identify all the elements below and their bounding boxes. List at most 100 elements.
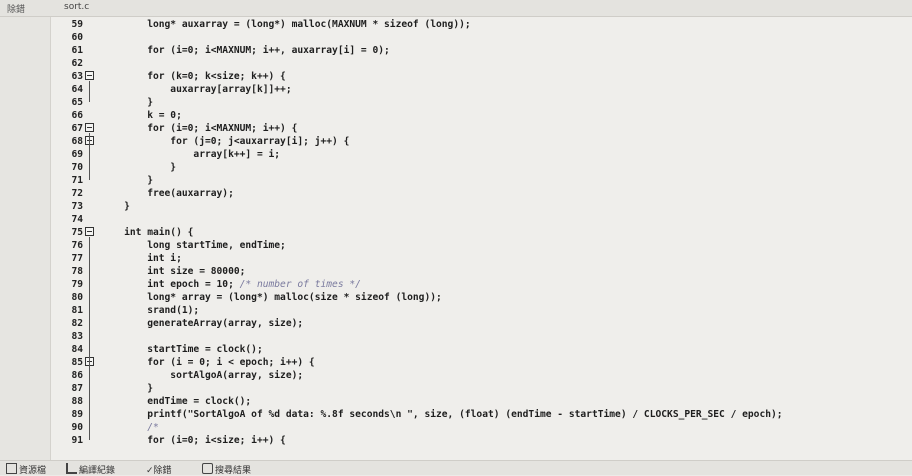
code-line[interactable]: 65 } — [51, 96, 912, 109]
code-line[interactable]: 62 — [51, 57, 912, 70]
code-line[interactable]: 69 array[k++] = i; — [51, 148, 912, 161]
file-tab-sort-c[interactable]: sort.c — [64, 2, 89, 12]
code-line[interactable]: 89 printf("SortAlgoA of %d data: %.8f se… — [51, 408, 912, 421]
line-number: 85 — [71, 357, 83, 368]
code-text: int main() { — [101, 227, 194, 238]
line-number: 67 — [71, 123, 83, 134]
tab-resources[interactable]: 資源檔 — [6, 463, 46, 476]
code-line[interactable]: 84 startTime = clock(); — [51, 343, 912, 356]
line-number: 80 — [71, 292, 83, 303]
line-number: 75 — [71, 227, 83, 238]
code-line[interactable]: 70 } — [51, 161, 912, 174]
code-text: generateArray(array, size); — [101, 318, 304, 329]
line-number: 64 — [71, 84, 83, 95]
code-line[interactable]: 67 for (i=0; i<MAXNUM; i++) { — [51, 122, 912, 135]
code-line[interactable]: 80 long* array = (long*) malloc(size * s… — [51, 291, 912, 304]
code-line[interactable]: 83 — [51, 330, 912, 343]
line-number: 61 — [71, 45, 83, 56]
code-text: long startTime, endTime; — [101, 240, 286, 251]
inline-comment: /* number of times */ — [239, 279, 361, 290]
code-text: srand(1); — [101, 305, 200, 316]
debug-panel-tab[interactable]: 除錯 — [7, 2, 25, 15]
code-line[interactable]: 64 auxarray[array[k]]++; — [51, 83, 912, 96]
search-results-icon — [202, 463, 213, 474]
code-line[interactable]: 75 int main() { — [51, 226, 912, 239]
code-line[interactable]: 68 for (j=0; j<auxarray[i]; j++) { — [51, 135, 912, 148]
code-line[interactable]: 91 for (i=0; i<size; i++) { — [51, 434, 912, 447]
fold-guide — [89, 367, 90, 388]
line-number: 76 — [71, 240, 83, 251]
line-number: 84 — [71, 344, 83, 355]
fold-guide — [89, 81, 90, 102]
code-text: endTime = clock(); — [101, 396, 252, 407]
tab-label: 編譯紀錄 — [79, 466, 116, 476]
code-text: for (i = 0; i < epoch; i++) { — [101, 357, 315, 368]
code-text: long* array = (long*) malloc(size * size… — [101, 292, 442, 303]
tab-label: 搜尋結果 — [215, 466, 252, 476]
left-panel — [0, 17, 51, 460]
code-text: } — [101, 162, 177, 173]
debug-check-icon: ✓ — [146, 466, 154, 476]
line-number: 79 — [71, 279, 83, 290]
code-text: for (k=0; k<size; k++) { — [101, 71, 286, 82]
code-line[interactable]: 88 endTime = clock(); — [51, 395, 912, 408]
code-line[interactable]: 66 k = 0; — [51, 109, 912, 122]
tab-debug[interactable]: ✓除錯 — [146, 463, 172, 476]
line-number: 69 — [71, 149, 83, 160]
code-text: for (i=0; i<MAXNUM; i++) { — [101, 123, 298, 134]
code-line[interactable]: 90 /* — [51, 421, 912, 434]
code-line[interactable]: 87 } — [51, 382, 912, 395]
code-text: sortAlgoA(array, size); — [101, 370, 304, 381]
line-number: 74 — [71, 214, 83, 225]
code-line[interactable]: 81 srand(1); — [51, 304, 912, 317]
code-editor[interactable]: 59 long* auxarray = (long*) malloc(MAXNU… — [51, 17, 912, 460]
code-text: } — [101, 175, 153, 186]
line-number: 60 — [71, 32, 83, 43]
fold-toggle-icon[interactable] — [85, 71, 94, 80]
line-number: 70 — [71, 162, 83, 173]
tab-search-results[interactable]: 搜尋結果 — [202, 463, 251, 476]
line-number: 87 — [71, 383, 83, 394]
line-number: 59 — [71, 19, 83, 30]
compile-log-icon — [66, 463, 77, 474]
code-line[interactable]: 74 — [51, 213, 912, 226]
fold-toggle-icon[interactable] — [85, 123, 94, 132]
code-line[interactable]: 71 } — [51, 174, 912, 187]
tab-compile-log[interactable]: 編譯紀錄 — [66, 463, 115, 476]
line-number: 71 — [71, 175, 83, 186]
code-line[interactable]: 60 — [51, 31, 912, 44]
line-number: 86 — [71, 370, 83, 381]
code-line[interactable]: 72 free(auxarray); — [51, 187, 912, 200]
line-number: 72 — [71, 188, 83, 199]
code-text: int i; — [101, 253, 182, 264]
code-line[interactable]: 77 int i; — [51, 252, 912, 265]
line-number: 90 — [71, 422, 83, 433]
code-text: } — [101, 97, 153, 108]
code-text: printf("SortAlgoA of %d data: %.8f secon… — [101, 409, 783, 420]
code-text: array[k++] = i; — [101, 149, 281, 160]
code-text: } — [101, 201, 130, 212]
resources-icon — [6, 463, 17, 474]
line-number: 82 — [71, 318, 83, 329]
line-number: 73 — [71, 201, 83, 212]
code-line[interactable]: 86 sortAlgoA(array, size); — [51, 369, 912, 382]
code-text: int size = 80000; — [101, 266, 246, 277]
code-line[interactable]: 73 } — [51, 200, 912, 213]
code-line[interactable]: 78 int size = 80000; — [51, 265, 912, 278]
code-line[interactable]: 79 int epoch = 10; /* number of times */ — [51, 278, 912, 291]
code-text: long* auxarray = (long*) malloc(MAXNUM *… — [101, 19, 471, 30]
code-text: free(auxarray); — [101, 188, 234, 199]
code-text: for (i=0; i<size; i++) { — [101, 435, 286, 446]
code-text: k = 0; — [101, 110, 182, 121]
fold-toggle-icon[interactable] — [85, 227, 94, 236]
code-line[interactable]: 82 generateArray(array, size); — [51, 317, 912, 330]
code-text: int epoch = 10; /* number of times */ — [101, 279, 361, 290]
tab-label: 除錯 — [153, 466, 172, 476]
code-line[interactable]: 61 for (i=0; i<MAXNUM; i++, auxarray[i] … — [51, 44, 912, 57]
line-number: 81 — [71, 305, 83, 316]
code-line[interactable]: 59 long* auxarray = (long*) malloc(MAXNU… — [51, 18, 912, 31]
code-line[interactable]: 85 for (i = 0; i < epoch; i++) { — [51, 356, 912, 369]
code-line[interactable]: 76 long startTime, endTime; — [51, 239, 912, 252]
code-line[interactable]: 63 for (k=0; k<size; k++) { — [51, 70, 912, 83]
line-number: 62 — [71, 58, 83, 69]
